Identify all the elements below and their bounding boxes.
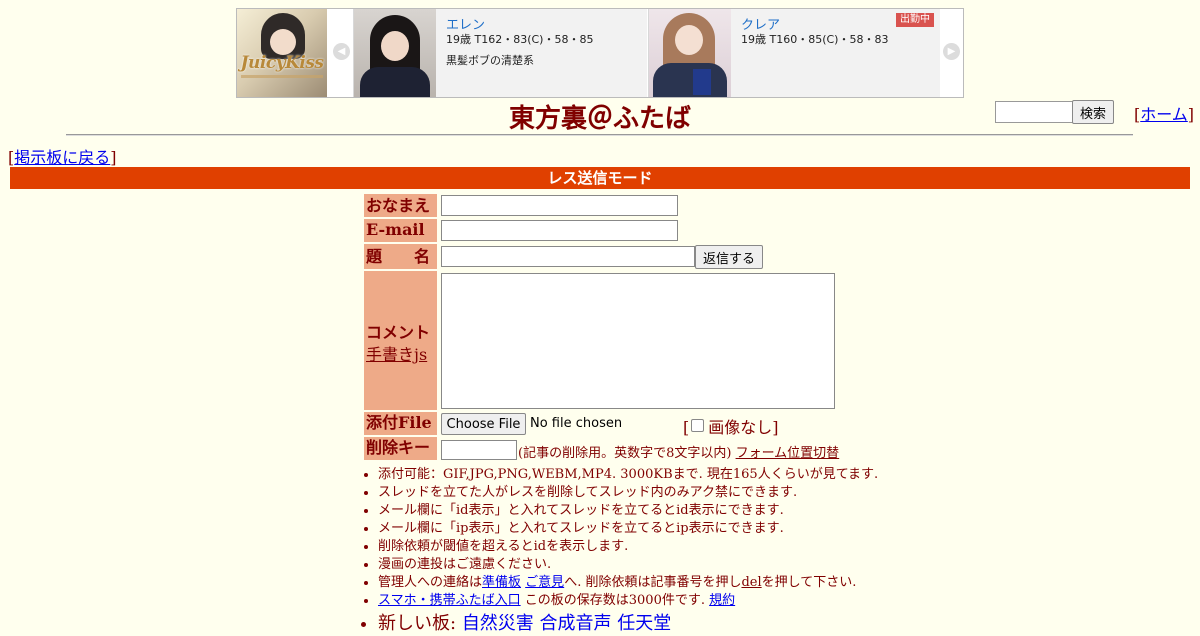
note-attachment: 添付可能：GIF,JPG,PNG,WEBM,MP4. 3000KBまで. 現在1… — [378, 466, 878, 484]
profile-photo — [354, 9, 436, 97]
home-link-wrapper: [ホーム] — [1134, 105, 1195, 124]
logo-photo-face — [270, 29, 296, 55]
form-position-toggle-link[interactable]: フォーム位置切替 — [736, 446, 840, 461]
delkey-note-row: (記事の削除用。英数字で8文字以内) フォーム位置切替 — [518, 442, 839, 461]
note-mobile: スマホ・携帯ふたば入口 この板の保存数は3000件です. 規約 — [378, 592, 878, 610]
file-status: No file chosen — [530, 416, 623, 431]
ad-banner[interactable]: JuicyKiss ◀ エレン 19歳 T162・83(C)・58・85 黒髪ボ… — [236, 8, 964, 98]
no-image-option: [画像なし] — [683, 418, 779, 437]
name-input[interactable] — [441, 195, 678, 216]
banner-logo-text: JuicyKiss — [240, 53, 324, 73]
photo-body — [653, 63, 727, 97]
note-new-boards: 新しい板: 自然災害 合成音声 任天堂 — [378, 612, 878, 636]
no-image-label: 画像なし — [708, 418, 773, 437]
logo-underline — [241, 75, 323, 78]
prep-board-link[interactable]: 準備板 — [482, 575, 521, 590]
search-button[interactable]: 検索 — [1072, 100, 1114, 124]
banner-logo[interactable]: JuicyKiss — [237, 9, 327, 97]
note-contact: 管理人への連絡は準備板 ご意見へ. 削除依頼は記事番号を押しdelを押して下さい… — [378, 574, 878, 592]
photo-sock — [693, 69, 711, 95]
profile-description: 黒髪ボブの清楚系 — [446, 54, 534, 67]
delkey-label: 削除キー — [364, 437, 437, 460]
email-input[interactable] — [441, 220, 678, 241]
board-link-nintendo[interactable]: 任天堂 — [617, 613, 671, 634]
photo-face — [381, 31, 409, 61]
comment-label: コメント — [366, 323, 431, 342]
back-link-wrapper: [掲示板に戻る] — [8, 148, 117, 167]
on-duty-badge: 出勤中 — [896, 13, 934, 27]
no-image-checkbox[interactable] — [691, 419, 705, 432]
note-ip-display: メール欄に「ip表示」と入れてスレッドを立てるとip表示にできます. — [378, 520, 878, 538]
comment-label-cell: コメント 手書きjs — [364, 271, 437, 410]
search-input[interactable] — [995, 101, 1075, 123]
subject-label: 題 名 — [364, 244, 437, 269]
note-text: を押して下さい. — [761, 575, 857, 590]
profile-stats: 19歳 T162・83(C)・58・85 — [446, 33, 594, 46]
handwriting-link[interactable]: 手書きjs — [366, 341, 427, 365]
banner-next-button[interactable]: ▶ — [940, 9, 963, 97]
comment-textarea[interactable] — [441, 273, 835, 409]
photo-body — [360, 67, 430, 97]
photo-face — [675, 25, 703, 55]
note-manga: 漫画の連投はご遠慮ください. — [378, 556, 878, 574]
note-text: この板の保存数は3000件です. — [524, 593, 705, 608]
header-divider — [66, 134, 1133, 136]
board-notes: 添付可能：GIF,JPG,PNG,WEBM,MP4. 3000KBまで. 現在1… — [360, 466, 878, 636]
note-delete-threshold: 削除依頼が閾値を超えるとidを表示します. — [378, 538, 878, 556]
board-link-synth-voice[interactable]: 合成音声 — [540, 613, 612, 634]
mode-bar: レス送信モード — [10, 167, 1190, 189]
chevron-right-icon: ▶ — [943, 43, 960, 60]
home-link[interactable]: ホーム — [1140, 105, 1188, 124]
delkey-note: (記事の削除用。英数字で8文字以内) — [518, 446, 732, 461]
note-id-display: メール欄に「id表示」と入れてスレッドを立てるとid表示にできます. — [378, 502, 878, 520]
note-text: 管理人への連絡は — [378, 575, 483, 590]
subject-input[interactable] — [441, 246, 695, 267]
banner-card-ellen[interactable]: エレン 19歳 T162・83(C)・58・85 黒髪ボブの清楚系 — [353, 9, 647, 97]
email-label: E-mail — [364, 219, 437, 242]
delete-key-input[interactable] — [441, 440, 517, 460]
back-to-board-link[interactable]: 掲示板に戻る — [14, 148, 110, 167]
reply-submit-button[interactable]: 返信する — [695, 245, 763, 269]
mobile-entrance-link[interactable]: スマホ・携帯ふたば入口 — [378, 593, 521, 608]
name-label: おなまえ — [364, 194, 437, 217]
note-text: 新しい板: — [378, 613, 457, 634]
board-link-disaster[interactable]: 自然災害 — [462, 613, 534, 634]
feedback-link[interactable]: ご意見 — [525, 575, 564, 590]
banner-prev-button[interactable]: ◀ — [330, 9, 353, 97]
rules-link[interactable]: 規約 — [709, 593, 735, 608]
profile-stats: 19歳 T160・85(C)・58・83 — [741, 33, 889, 46]
file-label: 添付File — [364, 412, 437, 435]
choose-file-button[interactable]: Choose File — [441, 413, 526, 435]
banner-card-claire[interactable]: クレア 19歳 T160・85(C)・58・83 出勤中 — [648, 9, 942, 97]
profile-photo — [649, 9, 731, 97]
chevron-left-icon: ◀ — [333, 43, 350, 60]
note-thread-ban: スレッドを立てた人がレスを削除してスレッド内のみアク禁にできます. — [378, 484, 878, 502]
del-link[interactable]: del — [741, 575, 761, 590]
note-text: へ. 削除依頼は記事番号を押し — [564, 575, 742, 590]
